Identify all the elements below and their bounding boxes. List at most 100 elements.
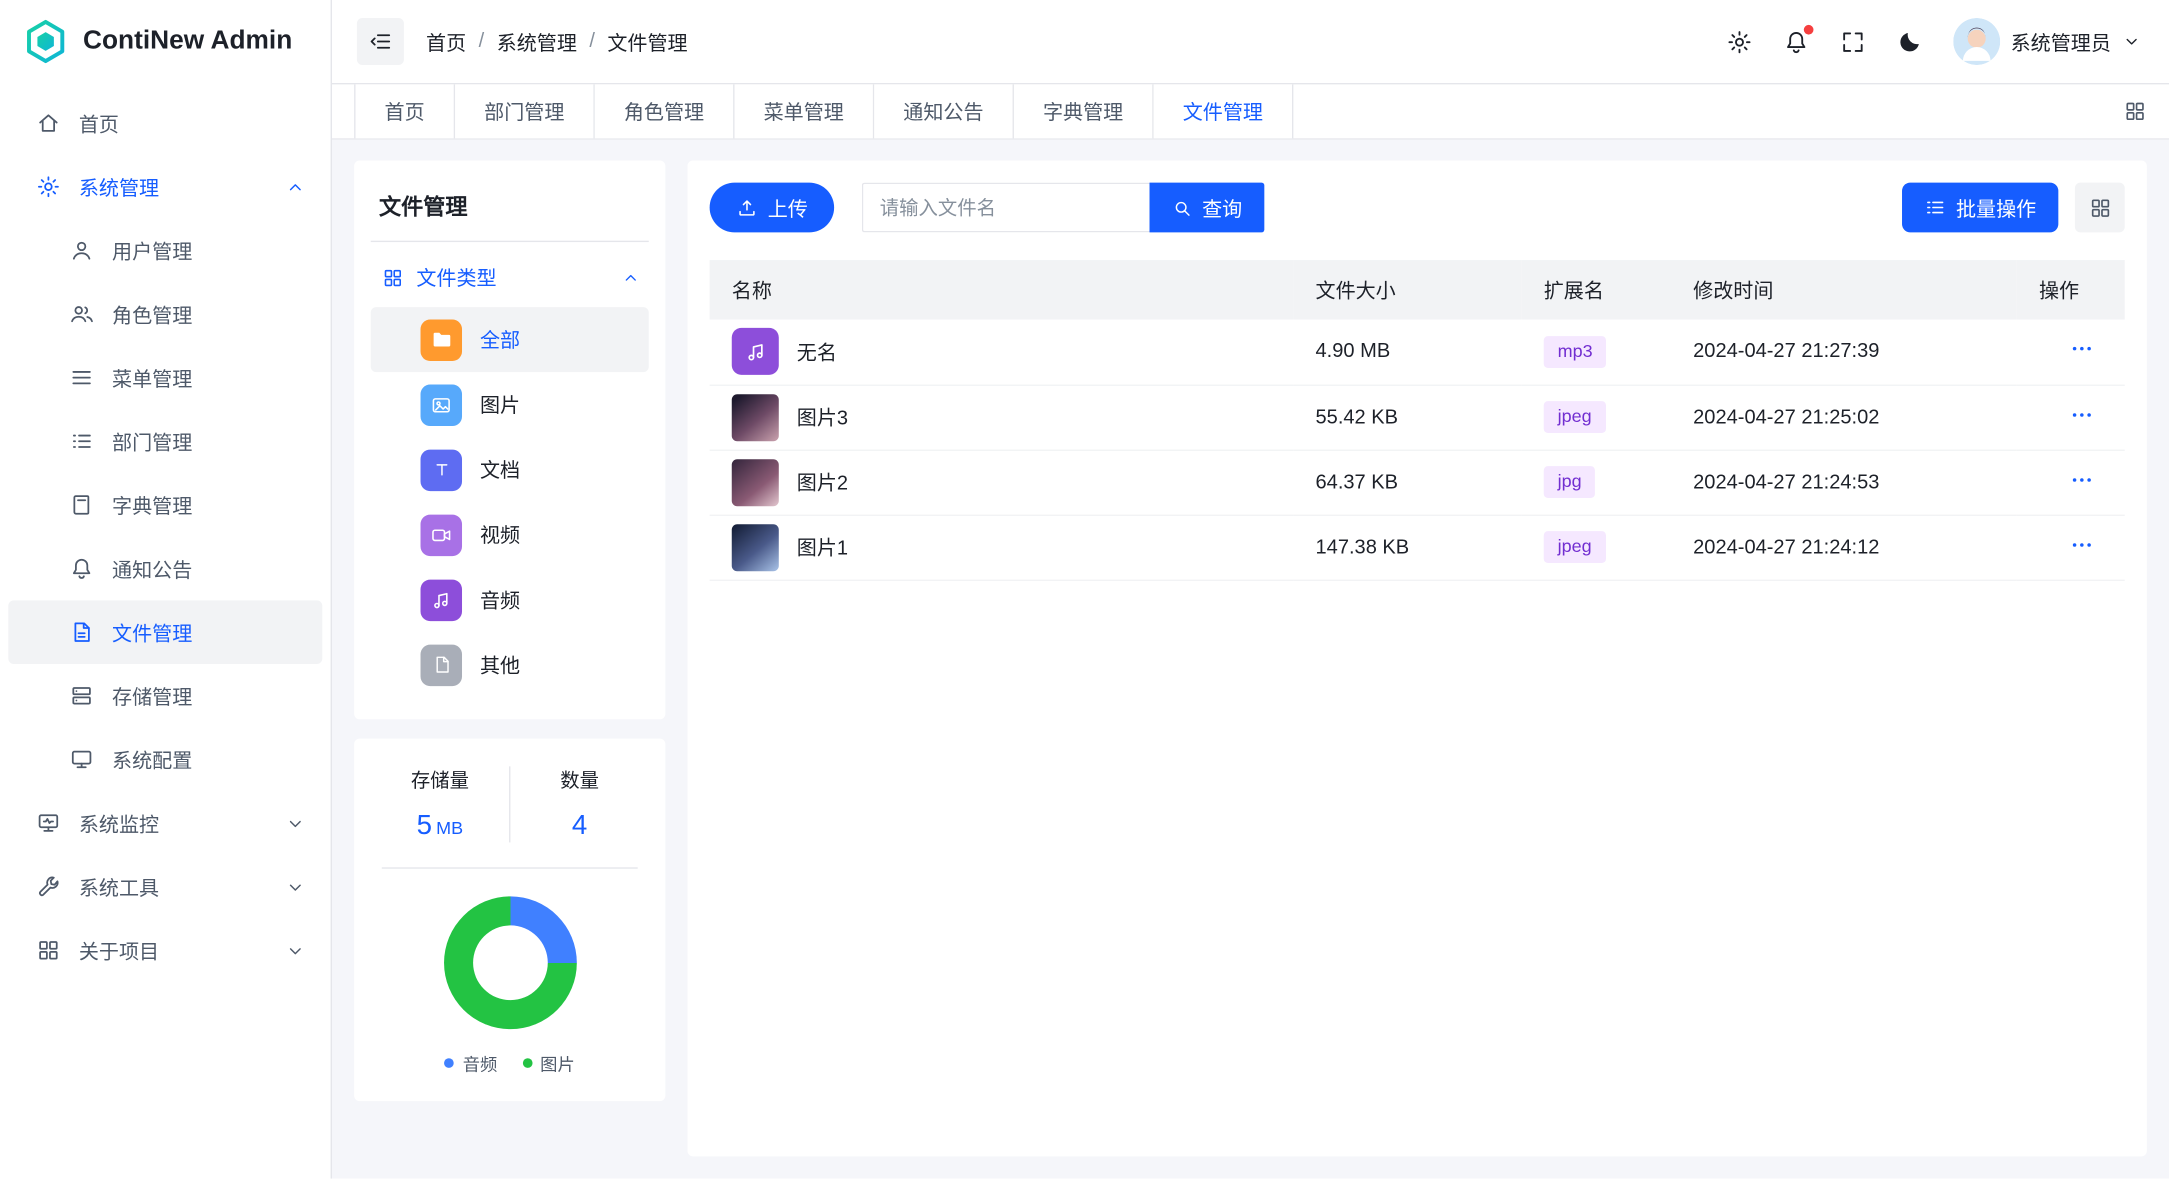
count-label: 数量 — [510, 766, 648, 794]
row-actions-button[interactable] — [2069, 532, 2094, 557]
breadcrumb-separator: / — [479, 30, 485, 52]
sidebar-item-notice[interactable]: 通知公告 — [8, 537, 322, 601]
list-icon — [69, 365, 94, 390]
sidebar-item-role-management[interactable]: 角色管理 — [8, 282, 322, 346]
sidebar-item-file-management[interactable]: 文件管理 — [8, 600, 322, 664]
notifications-button[interactable] — [1782, 28, 1808, 54]
sidebar-item-home[interactable]: 首页 — [0, 91, 331, 155]
batch-list-icon — [1924, 196, 1946, 218]
file-type-all[interactable]: 全部 — [371, 307, 649, 372]
page-tabs: 首页 部门管理 角色管理 菜单管理 通知公告 字典管理 文件管理 — [332, 83, 2169, 140]
file-type-video[interactable]: 视频 — [371, 502, 649, 567]
file-type-document[interactable]: 文档 — [371, 437, 649, 502]
row-actions-button[interactable] — [2069, 467, 2094, 492]
tab-department[interactable]: 部门管理 — [455, 84, 595, 138]
file-name[interactable]: 图片3 — [797, 403, 848, 432]
storage-usage-stat: 存储量 5MB — [371, 766, 509, 842]
breadcrumb-item-home[interactable]: 首页 — [426, 27, 466, 56]
column-header-actions: 操作 — [2017, 260, 2125, 319]
sidebar-item-system-management[interactable]: 系统管理 — [0, 155, 331, 219]
view-mode-toggle[interactable] — [2075, 183, 2125, 233]
settings-button[interactable] — [1726, 28, 1752, 54]
table-row[interactable]: 图片3 55.42 KB jpeg 2024-04-27 21:25:02 — [710, 385, 2125, 450]
table-header-row: 名称 文件大小 扩展名 修改时间 操作 — [710, 260, 2125, 319]
app-logo-icon — [22, 18, 69, 65]
toolbar-right: 批量操作 — [1902, 183, 2125, 233]
row-actions-button[interactable] — [2069, 402, 2094, 427]
image-thumbnail — [732, 459, 779, 506]
fullscreen-button[interactable] — [1839, 28, 1865, 54]
file-type-card: 文件管理 文件类型 全部 图片 — [354, 160, 665, 719]
search-group: 查询 — [862, 183, 1265, 233]
sidebar-item-dictionary-management[interactable]: 字典管理 — [8, 473, 322, 537]
table-row[interactable]: 图片1 147.38 KB jpeg 2024-04-27 21:24:12 — [710, 515, 2125, 580]
table-row[interactable]: 图片2 64.37 KB jpg 2024-04-27 21:24:53 — [710, 450, 2125, 515]
file-type-label: 音频 — [480, 585, 520, 614]
file-type-label: 图片 — [480, 390, 520, 419]
file-type-label: 其他 — [480, 650, 520, 679]
table-row[interactable]: 无名 4.90 MB mp3 2024-04-27 21:27:39 — [710, 320, 2125, 385]
file-type-image[interactable]: 图片 — [371, 372, 649, 437]
file-name[interactable]: 无名 — [797, 337, 837, 366]
tabs-menu-button[interactable] — [2101, 84, 2169, 138]
sidebar-item-system-config[interactable]: 系统配置 — [8, 728, 322, 792]
sidebar-item-user-management[interactable]: 用户管理 — [8, 219, 322, 283]
sidebar-item-label: 菜单管理 — [112, 363, 192, 392]
tab-file-management[interactable]: 文件管理 — [1154, 84, 1294, 138]
sidebar-item-label: 系统配置 — [112, 745, 192, 774]
dark-mode-toggle[interactable] — [1896, 28, 1922, 54]
ext-tag: jpg — [1544, 466, 1596, 498]
storage-stats: 存储量 5MB 数量 4 — [371, 766, 649, 842]
storage-stats-card: 存储量 5MB 数量 4 — [354, 739, 665, 1101]
sidebar-item-about-project[interactable]: 关于项目 — [0, 919, 331, 983]
app-title: ContiNew Admin — [83, 26, 292, 56]
file-size: 4.90 MB — [1293, 320, 1521, 385]
upload-button[interactable]: 上传 — [710, 183, 834, 233]
file-time: 2024-04-27 21:24:53 — [1671, 450, 2017, 515]
file-name[interactable]: 图片2 — [797, 468, 848, 497]
notification-badge — [1803, 24, 1813, 34]
file-type-column: 文件管理 文件类型 全部 图片 — [354, 160, 665, 1156]
breadcrumb-item-system[interactable]: 系统管理 — [497, 27, 577, 56]
divider — [382, 867, 638, 868]
file-type-other[interactable]: 其他 — [371, 632, 649, 697]
column-header-size: 文件大小 — [1293, 260, 1521, 319]
tab-menu[interactable]: 菜单管理 — [735, 84, 875, 138]
chevron-down-icon — [285, 876, 306, 897]
batch-operation-button[interactable]: 批量操作 — [1902, 183, 2058, 233]
legend-label: 图片 — [540, 1050, 575, 1076]
file-type-label: 文档 — [480, 455, 520, 484]
user-menu[interactable]: 系统管理员 — [1953, 18, 2142, 65]
breadcrumb: 首页 / 系统管理 / 文件管理 — [426, 27, 688, 56]
file-type-group[interactable]: 文件类型 — [371, 242, 649, 307]
file-name[interactable]: 图片1 — [797, 533, 848, 562]
upload-icon — [736, 196, 758, 218]
search-input[interactable] — [862, 183, 1150, 233]
folder-icon — [421, 319, 462, 360]
chevron-down-icon — [2122, 32, 2141, 51]
tab-dictionary[interactable]: 字典管理 — [1014, 84, 1154, 138]
sidebar-item-label: 角色管理 — [112, 299, 192, 328]
sidebar-item-system-monitor[interactable]: 系统监控 — [0, 791, 331, 855]
sidebar-item-department-management[interactable]: 部门管理 — [8, 409, 322, 473]
main-area: 首页 / 系统管理 / 文件管理 — [332, 0, 2169, 1179]
gear-icon — [36, 174, 61, 199]
row-actions-button[interactable] — [2069, 336, 2094, 361]
sidebar-item-label: 首页 — [79, 109, 306, 138]
user-icon — [69, 238, 94, 263]
sidebar-item-menu-management[interactable]: 菜单管理 — [8, 346, 322, 410]
tab-home[interactable]: 首页 — [354, 84, 455, 138]
file-type-audio[interactable]: 音频 — [371, 567, 649, 632]
sidebar-item-storage-management[interactable]: 存储管理 — [8, 664, 322, 728]
logo-area[interactable]: ContiNew Admin — [0, 0, 331, 83]
sidebar-item-system-tools[interactable]: 系统工具 — [0, 855, 331, 919]
tab-role[interactable]: 角色管理 — [595, 84, 735, 138]
fullscreen-icon — [1839, 28, 1865, 54]
sidebar-item-label: 存储管理 — [112, 681, 192, 710]
tab-notice[interactable]: 通知公告 — [874, 84, 1014, 138]
file-size: 55.42 KB — [1293, 385, 1521, 450]
sidebar-collapse-button[interactable] — [357, 18, 404, 65]
count-value: 4 — [572, 811, 587, 841]
query-button[interactable]: 查询 — [1150, 183, 1265, 233]
moon-icon — [1896, 28, 1922, 54]
